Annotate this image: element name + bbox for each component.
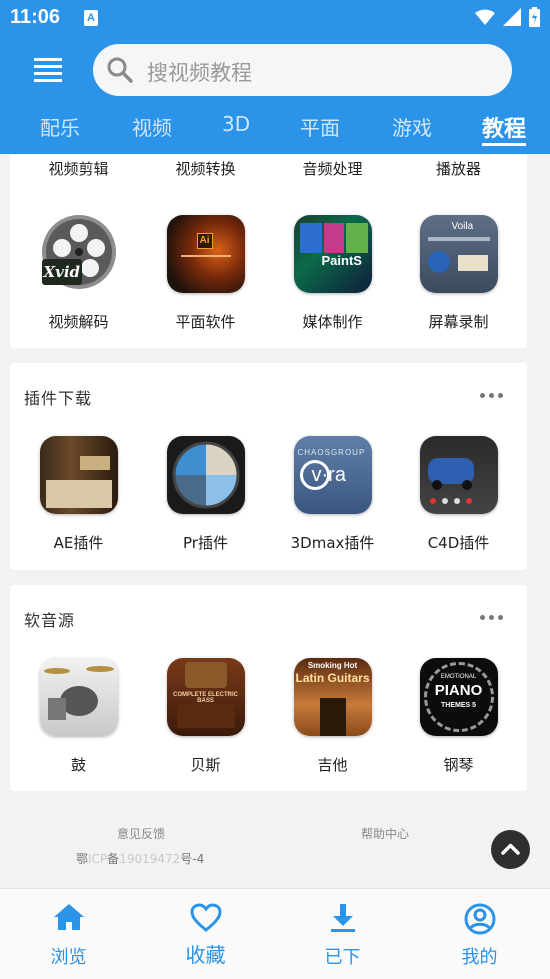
tab-graphic[interactable]: 平面 bbox=[300, 112, 340, 141]
latin-guitar-icon: Smoking Hot Latin Guitars bbox=[293, 658, 372, 736]
pr-plugin-icon bbox=[166, 436, 245, 514]
signal-icon bbox=[503, 8, 521, 26]
more-icon[interactable] bbox=[480, 393, 503, 398]
battery-icon bbox=[529, 7, 540, 27]
icp-record: 鄂ICP备19019472号-4 bbox=[76, 852, 205, 866]
section-title: 插件下载 bbox=[24, 389, 93, 408]
item-label: 吉他 bbox=[317, 756, 348, 774]
item-c4d-plugin[interactable]: C4D插件 bbox=[395, 436, 522, 553]
bottom-nav: 浏览 收藏 已下 我的 bbox=[0, 888, 550, 979]
tab-game[interactable]: 游戏 bbox=[392, 112, 432, 141]
item-guitar[interactable]: Smoking Hot Latin Guitars 吉他 bbox=[269, 658, 396, 775]
item-player[interactable]: 播放器 bbox=[395, 158, 522, 179]
tab-music[interactable]: 配乐 bbox=[40, 112, 80, 141]
c4d-plugin-icon bbox=[419, 436, 498, 514]
plugins-card: 插件下载 AE插件 Pr插件 CHAOSGROUP v·ra 3Dmax插件 C… bbox=[10, 363, 527, 570]
status-bar: 11:06 A bbox=[0, 0, 550, 36]
nav-label: 已下 bbox=[324, 947, 361, 968]
tab-3d[interactable]: 3D bbox=[222, 112, 250, 136]
item-pr-plugin[interactable]: Pr插件 bbox=[142, 436, 269, 553]
category-tabs: 配乐 视频 3D 平面 游戏 教程 bbox=[0, 112, 550, 154]
item-label: 视频解码 bbox=[48, 313, 109, 331]
nav-label: 我的 bbox=[461, 947, 498, 968]
item-video-decode[interactable]: Xvid 视频解码 bbox=[15, 215, 142, 332]
page-footer: 意见反馈 帮助中心 鄂ICP备19019472号-4 bbox=[0, 815, 550, 888]
tab-tutorial[interactable]: 教程 bbox=[482, 111, 527, 146]
item-label: 平面软件 bbox=[175, 313, 236, 331]
menu-button[interactable] bbox=[34, 58, 62, 82]
piano-themes-icon: EMOTIONAL PIANO THEMES 5 bbox=[419, 658, 498, 736]
section-title: 软音源 bbox=[24, 611, 76, 630]
item-drums[interactable]: 鼓 bbox=[15, 658, 142, 775]
nav-label: 浏览 bbox=[50, 947, 87, 968]
adobe-illustrator-icon: Ai bbox=[166, 215, 245, 293]
status-time: 11:06 bbox=[10, 6, 61, 28]
nav-downloaded[interactable]: 已下 bbox=[274, 889, 411, 979]
item-label: 媒体制作 bbox=[302, 313, 363, 331]
sound-sources-card: 软音源 鼓 COMPLETE ELECTRIC BASS 贝斯 Smoking … bbox=[10, 585, 527, 791]
item-label: C4D插件 bbox=[427, 534, 490, 552]
item-audio-processing[interactable]: 音频处理 bbox=[269, 158, 396, 179]
software-card: 视频剪辑 视频转换 音频处理 播放器 Xvid 视频解码 Ai 平面软件 Pai… bbox=[10, 154, 527, 348]
item-label: Pr插件 bbox=[183, 534, 228, 552]
search-icon bbox=[107, 57, 133, 83]
chevron-up-icon bbox=[501, 843, 520, 855]
drum-kit-icon bbox=[39, 658, 118, 736]
notification-icon: A bbox=[84, 10, 98, 26]
feedback-link[interactable]: 意见反馈 bbox=[117, 825, 165, 842]
item-ae-plugin[interactable]: AE插件 bbox=[15, 436, 142, 553]
download-icon bbox=[330, 904, 355, 932]
home-icon bbox=[53, 904, 84, 930]
electric-bass-icon: COMPLETE ELECTRIC BASS bbox=[166, 658, 245, 736]
nav-favorites[interactable]: 收藏 bbox=[137, 889, 274, 979]
item-label: 屏幕录制 bbox=[428, 313, 489, 331]
item-label: 鼓 bbox=[70, 756, 86, 774]
tab-video[interactable]: 视频 bbox=[132, 112, 172, 141]
ae-plugin-icon bbox=[39, 436, 118, 514]
nav-label: 收藏 bbox=[185, 943, 226, 967]
item-label: 钢琴 bbox=[443, 756, 474, 774]
wifi-icon bbox=[475, 9, 495, 25]
item-graphic-software[interactable]: Ai 平面软件 bbox=[142, 215, 269, 332]
item-label: 3Dmax插件 bbox=[290, 534, 375, 552]
item-video-editing[interactable]: 视频剪辑 bbox=[15, 158, 142, 179]
item-label: AE插件 bbox=[53, 534, 104, 552]
nav-mine[interactable]: 我的 bbox=[411, 889, 548, 979]
more-icon[interactable] bbox=[480, 615, 503, 620]
item-video-convert[interactable]: 视频转换 bbox=[142, 158, 269, 179]
search-placeholder: 搜视频教程 bbox=[147, 61, 252, 85]
status-icons bbox=[475, 7, 540, 27]
app-header: 搜视频教程 配乐 视频 3D 平面 游戏 教程 bbox=[0, 36, 550, 154]
item-screen-recording[interactable]: Voila 屏幕录制 bbox=[395, 215, 522, 332]
item-media-production[interactable]: PaintS 媒体制作 bbox=[269, 215, 396, 332]
paintshop-icon: PaintS bbox=[293, 215, 372, 293]
item-piano[interactable]: EMOTIONAL PIANO THEMES 5 钢琴 bbox=[395, 658, 522, 775]
item-bass[interactable]: COMPLETE ELECTRIC BASS 贝斯 bbox=[142, 658, 269, 775]
heart-icon bbox=[189, 903, 222, 932]
voila-screen-capture-icon: Voila bbox=[419, 215, 498, 293]
item-label: 贝斯 bbox=[190, 756, 221, 774]
user-icon bbox=[464, 903, 495, 935]
back-to-top-button[interactable] bbox=[491, 830, 530, 869]
item-3dmax-plugin[interactable]: CHAOSGROUP v·ra 3Dmax插件 bbox=[269, 436, 396, 553]
vray-plugin-icon: CHAOSGROUP v·ra bbox=[293, 436, 372, 514]
film-reel-xvid-icon: Xvid bbox=[39, 215, 118, 293]
help-center-link[interactable]: 帮助中心 bbox=[361, 825, 409, 842]
search-input[interactable]: 搜视频教程 bbox=[93, 44, 512, 96]
nav-browse[interactable]: 浏览 bbox=[0, 889, 137, 979]
